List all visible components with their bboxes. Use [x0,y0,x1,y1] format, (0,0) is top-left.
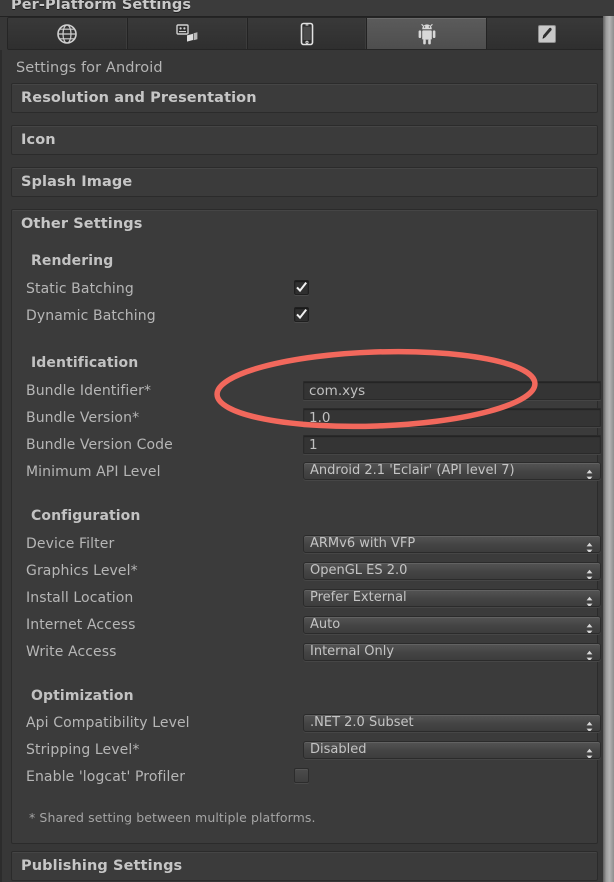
platform-tab-ios[interactable] [247,18,368,49]
dropdown-write-access-value: Internal Only [310,644,395,659]
label-write-access: Write Access [26,644,117,660]
label-dynamic-batching: Dynamic Batching [26,308,156,324]
label-api-compatibility-level: Api Compatibility Level [26,715,190,731]
dropdown-api-compatibility-level[interactable]: .NET 2.0 Subset [303,714,601,732]
platform-tab-android[interactable] [367,18,488,49]
dropdown-install-location-value: Prefer External [310,590,407,605]
checkbox-dynamic-batching[interactable] [294,307,309,322]
input-bundle-version-value: 1.0 [309,410,331,426]
label-device-filter: Device Filter [26,536,115,552]
section-header-label: Icon [21,132,56,148]
dropdown-stripping-level-value: Disabled [310,742,367,757]
dropdown-stripping-level[interactable]: Disabled [303,741,601,759]
dropdown-api-compatibility-level-value: .NET 2.0 Subset [310,715,414,730]
section-header-label: Publishing Settings [21,858,183,874]
windows-icon [175,23,199,45]
dropdown-internet-access-value: Auto [310,617,341,632]
dropdown-device-filter[interactable]: ARMv6 with VFP [303,535,601,553]
group-heading-rendering: Rendering [31,253,114,269]
chevron-updown-icon [585,466,594,479]
platform-tab-flash[interactable] [487,18,606,49]
shared-setting-footnote: * Shared setting between multiple platfo… [29,810,316,825]
dropdown-graphics-level-value: OpenGL ES 2.0 [310,563,408,578]
section-header-label: Splash Image [21,174,133,190]
input-bundle-identifier-value: com.xys [309,383,366,399]
chevron-updown-icon [585,566,594,579]
chevron-updown-icon [585,593,594,606]
label-bundle-version: Bundle Version* [26,410,140,426]
chevron-updown-icon [585,718,594,731]
chevron-updown-icon [585,620,594,633]
vertical-scrollbar[interactable] [603,16,614,882]
dropdown-minimum-api-level[interactable]: Android 2.1 'Eclair' (API level 7) [303,462,601,480]
iphone-icon [299,22,315,46]
label-internet-access: Internet Access [26,617,136,633]
section-splash-image[interactable]: Splash Image [11,167,598,197]
section-icon[interactable]: Icon [11,125,598,155]
platform-tab-strip[interactable] [7,17,607,50]
panel-titlebar: Per-Platform Settings [0,0,614,17]
dropdown-graphics-level[interactable]: OpenGL ES 2.0 [303,562,601,580]
label-minimum-api-level: Minimum API Level [26,464,161,480]
label-stripping-level: Stripping Level* [26,742,140,758]
dropdown-internet-access[interactable]: Auto [303,616,601,634]
dropdown-write-access[interactable]: Internal Only [303,643,601,661]
input-bundle-version[interactable]: 1.0 [303,408,601,427]
settings-body: Settings for Android Resolution and Pres… [0,50,603,882]
section-publishing-settings[interactable]: Publishing Settings [11,851,598,881]
dropdown-install-location[interactable]: Prefer External [303,589,601,607]
chevron-updown-icon [585,539,594,552]
page-title: Per-Platform Settings [11,0,192,13]
input-bundle-version-code-value: 1 [309,437,318,453]
group-heading-identification: Identification [31,355,139,371]
checkbox-enable-logcat-profiler[interactable] [294,768,309,783]
input-bundle-identifier[interactable]: com.xys [303,381,601,400]
chevron-updown-icon [585,647,594,660]
label-install-location: Install Location [26,590,134,606]
settings-for-label: Settings for Android [16,60,163,76]
section-header-label: Resolution and Presentation [21,90,257,106]
section-resolution-and-presentation[interactable]: Resolution and Presentation [11,83,598,113]
section-other-settings[interactable]: Other Settings Rendering Static Batching… [11,209,601,844]
chevron-updown-icon [585,745,594,758]
group-heading-optimization: Optimization [31,688,134,704]
label-static-batching: Static Batching [26,281,134,297]
label-bundle-version-code: Bundle Version Code [26,437,173,453]
label-bundle-identifier: Bundle Identifier* [26,383,152,399]
input-bundle-version-code[interactable]: 1 [303,435,601,454]
android-icon [416,22,438,46]
flash-tool-icon [535,22,559,46]
platform-tab-standalone[interactable] [127,18,248,49]
platform-tab-web-player[interactable] [8,18,128,49]
dropdown-minimum-api-level-value: Android 2.1 'Eclair' (API level 7) [310,463,515,478]
dropdown-device-filter-value: ARMv6 with VFP [310,536,416,551]
label-graphics-level: Graphics Level* [26,563,138,579]
group-heading-configuration: Configuration [31,508,141,524]
globe-icon [56,23,78,45]
section-header-label: Other Settings [21,216,143,232]
unity-player-settings-panel: Per-Platform Settings Settings for Andro… [0,0,614,882]
label-enable-logcat-profiler: Enable 'logcat' Profiler [26,769,186,785]
checkbox-static-batching[interactable] [294,280,309,295]
